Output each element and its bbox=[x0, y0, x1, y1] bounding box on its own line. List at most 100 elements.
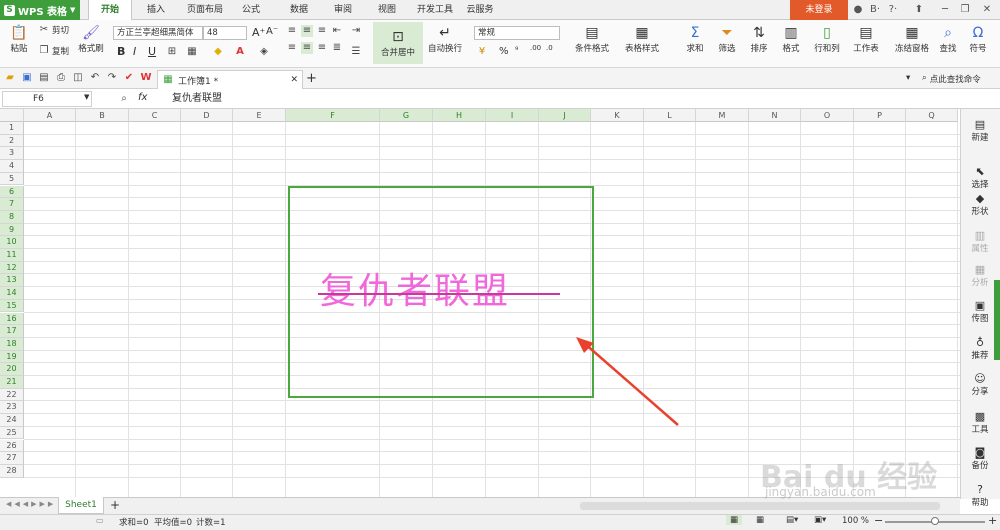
tab-3[interactable]: 页面布局 bbox=[180, 0, 230, 20]
row-header[interactable]: 17 bbox=[0, 325, 24, 338]
name-box[interactable]: F6 bbox=[2, 91, 92, 107]
column-header[interactable]: D bbox=[181, 109, 233, 122]
table-style-button[interactable]: ▦ 表格样式 bbox=[618, 24, 666, 54]
column-header[interactable]: P bbox=[854, 109, 906, 122]
column-header[interactable]: E bbox=[233, 109, 286, 122]
close-tab-icon[interactable]: ✕ bbox=[290, 75, 298, 85]
open-folder-icon[interactable]: ▰ bbox=[4, 72, 16, 84]
zoom-out-button[interactable]: − bbox=[874, 514, 883, 527]
formula-input[interactable]: 复仇者联盟 bbox=[168, 91, 958, 107]
sheet-nav-arrows[interactable]: ◀◀◀▶▶▶ bbox=[6, 500, 56, 508]
shrink-font-button[interactable]: A⁻ bbox=[266, 26, 278, 37]
sort-button[interactable]: ⇅ 排序 bbox=[744, 24, 774, 54]
pane-item-9[interactable]: ▩ 工具 bbox=[960, 410, 1000, 435]
row-header[interactable]: 19 bbox=[0, 350, 24, 364]
row-header[interactable]: 11 bbox=[0, 249, 24, 262]
align-left-icon[interactable]: ≡ bbox=[286, 42, 298, 54]
close-icon[interactable]: ✕ bbox=[980, 3, 994, 17]
pane-item-1[interactable]: ▤ 新建 bbox=[960, 118, 1000, 143]
row-header[interactable]: 16 bbox=[0, 312, 24, 326]
pane-item-3[interactable]: ◆ 形状 bbox=[960, 192, 1000, 217]
comma-button[interactable]: ⁹ bbox=[515, 46, 518, 56]
copy-button[interactable]: ❐ 复制 bbox=[38, 45, 70, 57]
row-header[interactable]: 24 bbox=[0, 414, 24, 427]
row-header[interactable]: 25 bbox=[0, 426, 24, 440]
underline-button[interactable]: U bbox=[148, 45, 156, 58]
font-name-select[interactable]: 方正兰亭超细黑简体 bbox=[113, 26, 203, 40]
align-bottom-icon[interactable]: ≡ bbox=[316, 25, 328, 37]
row-header[interactable]: 15 bbox=[0, 299, 24, 313]
save-icon[interactable]: ▣ bbox=[21, 72, 33, 84]
distribute-icon[interactable]: ☰ bbox=[350, 46, 362, 58]
undo-icon[interactable]: ↶ bbox=[89, 72, 101, 84]
minimize-icon[interactable]: ─ bbox=[938, 3, 952, 17]
column-header[interactable]: N bbox=[749, 109, 801, 122]
tab-2[interactable]: 插入 bbox=[136, 0, 176, 20]
row-header[interactable]: 7 bbox=[0, 198, 24, 211]
freeze-panes-button[interactable]: ▦ 冻结窗格 bbox=[890, 24, 934, 54]
decrease-decimal-button[interactable]: .0 bbox=[546, 44, 553, 52]
skin-icon[interactable]: B· bbox=[868, 3, 882, 17]
macro-icon[interactable]: ▭ bbox=[96, 516, 104, 525]
pane-collapse-handle[interactable] bbox=[994, 280, 1000, 360]
sheet-tab-sheet1[interactable]: Sheet1 bbox=[58, 497, 104, 514]
row-header[interactable]: 4 bbox=[0, 160, 24, 173]
row-header[interactable]: 9 bbox=[0, 223, 24, 237]
tab-7[interactable]: 视图 bbox=[368, 0, 406, 20]
pane-item-10[interactable]: ◙ 备份 bbox=[960, 446, 1000, 471]
reading-layout-icon[interactable]: ▤▾ bbox=[786, 515, 798, 525]
row-header[interactable]: 18 bbox=[0, 337, 24, 351]
outdent-icon[interactable]: ⇤ bbox=[331, 25, 343, 37]
horizontal-scrollbar[interactable] bbox=[580, 502, 940, 510]
sum-button[interactable]: Σ 求和 bbox=[680, 24, 710, 54]
login-button[interactable]: 未登录 bbox=[790, 0, 848, 20]
align-center-icon[interactable]: ≡ bbox=[301, 42, 313, 54]
format-painter-button[interactable]: 🖌 格式刷 bbox=[76, 24, 106, 54]
row-header[interactable]: 3 bbox=[0, 147, 24, 161]
page-break-view-icon[interactable]: ▦ bbox=[756, 515, 764, 525]
column-header[interactable]: O bbox=[801, 109, 854, 122]
pane-item-11[interactable]: ? 帮助 bbox=[960, 483, 1000, 508]
column-header[interactable]: H bbox=[433, 109, 486, 122]
row-header[interactable]: 20 bbox=[0, 363, 24, 376]
print-preview-icon[interactable]: ◫ bbox=[72, 72, 84, 84]
currency-icon[interactable]: ¥ bbox=[476, 46, 488, 58]
customize-icon[interactable]: ✔ bbox=[123, 72, 135, 84]
justify-icon[interactable]: ≣ bbox=[331, 42, 343, 54]
column-header[interactable]: B bbox=[76, 109, 129, 122]
percent-button[interactable]: % bbox=[499, 46, 509, 57]
column-header[interactable]: G bbox=[380, 109, 433, 122]
help-icon[interactable]: ?· bbox=[886, 3, 900, 17]
row-header[interactable]: 1 bbox=[0, 122, 24, 135]
row-header[interactable]: 23 bbox=[0, 401, 24, 415]
row-header[interactable]: 5 bbox=[0, 172, 24, 186]
column-header[interactable]: J bbox=[539, 109, 591, 122]
row-header[interactable]: 28 bbox=[0, 464, 24, 478]
grow-font-button[interactable]: A⁺ bbox=[252, 26, 265, 39]
row-header[interactable]: 8 bbox=[0, 210, 24, 224]
command-search[interactable]: ⌕ 点此查找命令 bbox=[922, 73, 981, 85]
zoom-slider-thumb[interactable] bbox=[931, 517, 939, 525]
wrap-text-button[interactable]: ↵ 自动换行 bbox=[425, 24, 465, 54]
zoom-in-button[interactable]: + bbox=[988, 514, 997, 527]
tab-5[interactable]: 数据 bbox=[279, 0, 319, 20]
conditional-format-button[interactable]: ▤ 条件格式 bbox=[568, 24, 616, 54]
row-header[interactable]: 21 bbox=[0, 376, 24, 389]
align-right-icon[interactable]: ≡ bbox=[316, 42, 328, 54]
filter-button[interactable]: ⏷ 筛选 bbox=[712, 24, 742, 54]
column-header[interactable]: Q bbox=[906, 109, 958, 122]
zoom-formula-icon[interactable]: ⌕ bbox=[118, 93, 130, 105]
row-header[interactable]: 10 bbox=[0, 236, 24, 249]
row-header[interactable]: 13 bbox=[0, 274, 24, 288]
indent-icon[interactable]: ⇥ bbox=[350, 25, 362, 37]
clear-icon[interactable]: ◈ bbox=[258, 46, 270, 58]
print-icon[interactable]: ⎙ bbox=[55, 72, 67, 84]
align-top-icon[interactable]: ≡ bbox=[286, 25, 298, 37]
tab-4[interactable]: 公式 bbox=[232, 0, 270, 20]
font-color-icon[interactable]: A bbox=[234, 46, 246, 58]
tab-8[interactable]: 开发工具 bbox=[410, 0, 460, 20]
app-menu-button[interactable]: S WPS 表格 ▼ bbox=[0, 0, 80, 20]
column-header[interactable]: F bbox=[286, 109, 380, 122]
row-header[interactable]: 27 bbox=[0, 452, 24, 465]
wps-w-icon[interactable]: W bbox=[140, 72, 152, 84]
